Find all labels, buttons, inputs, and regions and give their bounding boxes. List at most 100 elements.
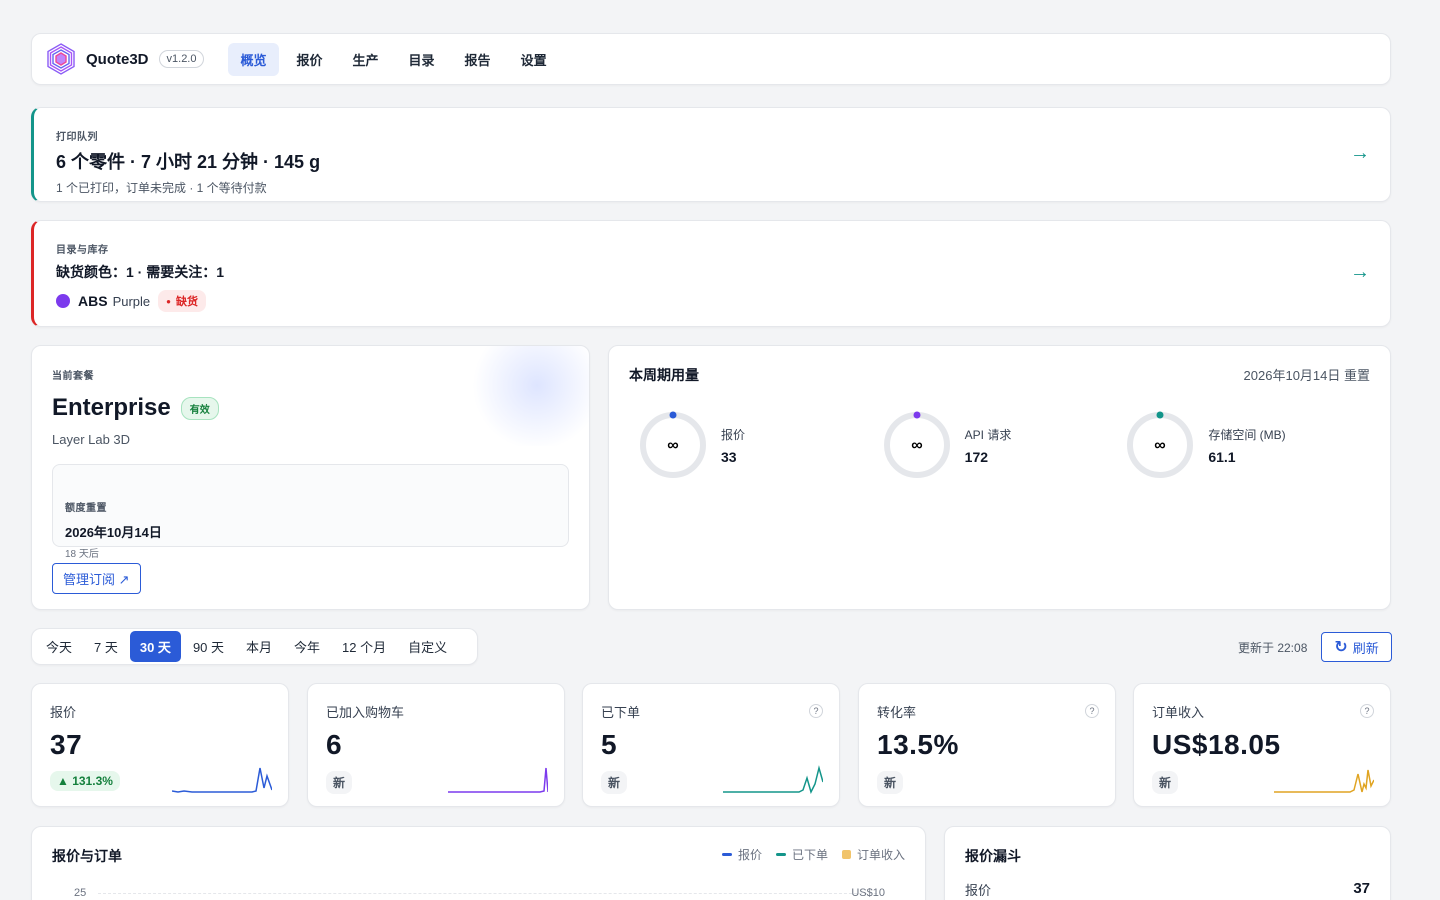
usage-ring: ∞ [640,411,706,478]
arrow-right-icon[interactable]: → [1350,261,1370,284]
inventory-card[interactable]: 目录与库存 缺货颜色：1 · 需要关注：1 ABS Purple 缺货 → [31,220,1391,327]
arrow-right-icon[interactable]: → [1350,142,1370,165]
usage-value: 172 [964,448,989,465]
last-updated-text: 更新于 22:08 [1238,641,1308,655]
kpi-value: 13.5% [877,729,959,760]
kpi-new-badge: 新 [1152,771,1179,794]
usage-limit: ∞ [667,437,678,454]
funnel-value: 37 [1353,880,1370,897]
range-90d[interactable]: 90 天 [183,631,234,662]
usage-meter-storage: ∞ 存储空间 (MB) 61.1 [1126,411,1370,479]
inventory-eyebrow: 目录与库存 [56,245,109,256]
decorative-glow [459,346,589,446]
usage-ring: ∞ [883,411,950,478]
funnel-row: 报价 37 [965,880,1370,899]
refresh-button[interactable]: ↻ 刷新 [1321,632,1392,662]
refresh-icon: ↻ [1334,639,1348,656]
help-icon[interactable]: ? [1360,704,1374,718]
kpi-change-badge: ▲ 131.3% [50,771,120,791]
color-name: Purple [112,293,151,309]
plan-status-badge: 有效 [180,396,219,420]
help-icon[interactable]: ? [809,704,823,718]
usage-value: 33 [721,448,737,465]
quota-reset-days: 18 天后 [65,549,99,560]
chart-gridline [98,893,877,894]
range-this-year[interactable]: 今年 [284,631,330,662]
kpi-value: US$18.05 [1152,729,1281,760]
top-nav: Quote3D v1.2.0 概览 报价 生产 目录 报告 设置 [31,33,1391,85]
tab-settings[interactable]: 设置 [509,43,559,76]
range-12m[interactable]: 12 个月 [332,631,396,662]
tab-production[interactable]: 生产 [341,43,391,76]
usage-meter-quotes: ∞ 报价 33 [639,411,883,479]
help-icon[interactable]: ? [1085,704,1099,718]
range-today[interactable]: 今天 [36,631,82,662]
usage-card: 本周期用量 2026年10月14日 重置 ∞ 报价 33 ∞ API 请求 17… [608,345,1391,610]
kpi-value: 37 [50,729,83,760]
plan-name: Enterprise [52,394,171,421]
date-range-selector: 今天 7 天 30 天 90 天 本月 今年 12 个月 自定义 [31,628,478,665]
color-swatch [56,294,70,308]
quote3d-logo-icon [47,43,75,75]
kpi-card-conversion: 转化率 13.5% 新 ? [858,683,1116,807]
kpi-card-orders: 已下单 5 新 ? [582,683,840,807]
kpi-sparkline [723,765,823,794]
print-queue-card[interactable]: 打印队列 6 个零件 · 7 小时 21 分钟 · 145 g 1 个已打印，订… [31,107,1391,202]
plan-card: 当前套餐 Enterprise 有效 Layer Lab 3D 额度重置 202… [31,345,590,610]
section-title: 报价漏斗 [965,848,1021,864]
usage-reset-note: 2026年10月14日 重置 [1243,368,1370,383]
funnel-label: 报价 [965,883,992,898]
quota-reset-label: 额度重置 [65,503,107,514]
range-30d[interactable]: 30 天 [129,631,181,662]
kpi-new-badge: 新 [601,771,628,794]
quote-funnel-card: 报价漏斗 报价 37 [944,826,1391,900]
kpi-new-badge: 新 [877,771,904,794]
usage-ring: ∞ [1127,411,1194,478]
legend-item[interactable]: 报价 [721,846,762,863]
usage-label: 报价 [721,427,746,442]
chart-legend: 报价 已下单 订单收入 [708,846,905,863]
kpi-card-revenue: 订单收入 US$18.05 新 ? [1133,683,1391,807]
usage-limit: ∞ [911,437,922,454]
print-queue-eyebrow: 打印队列 [56,132,98,143]
kpi-new-badge: 新 [326,771,353,794]
manage-subscription-button[interactable]: 管理订阅 ↗ [52,563,141,594]
kpi-label: 已加入购物车 [326,705,405,720]
kpi-sparkline [448,767,548,793]
quotes-orders-chart-card: 报价与订单 报价 已下单 订单收入 25 US$10 [31,826,926,900]
kpi-label: 报价 [50,705,77,720]
y-axis-left-tick: 25 [74,887,87,899]
tab-reports[interactable]: 报告 [453,43,503,76]
usage-limit: ∞ [1155,437,1166,454]
usage-value: 61.1 [1208,448,1236,465]
version-badge: v1.2.0 [158,50,205,68]
range-this-month[interactable]: 本月 [236,631,282,662]
kpi-value: 6 [326,729,343,760]
usage-meter-api: ∞ API 请求 172 [883,411,1127,479]
range-7d[interactable]: 7 天 [84,631,128,662]
range-custom[interactable]: 自定义 [398,631,457,662]
legend-item[interactable]: 已下单 [775,846,828,863]
tab-catalog[interactable]: 目录 [397,43,447,76]
quota-reset-date: 2026年10月14日 [65,525,162,540]
refresh-label: 刷新 [1352,640,1379,656]
kpi-label: 转化率 [877,705,917,720]
kpi-label: 订单收入 [1152,705,1205,720]
legend-item[interactable]: 订单收入 [841,846,905,863]
kpi-card-added-to-cart: 已加入购物车 6 新 [307,683,565,807]
usage-label: 存储空间 (MB) [1208,427,1286,442]
usage-title: 本周期用量 [629,367,699,383]
y-axis-right-tick: US$10 [851,887,885,899]
kpi-card-quotes: 报价 37 ▲ 131.3% [31,683,289,807]
app-brand[interactable]: Quote3D [86,51,149,68]
out-of-stock-badge: 缺货 [158,290,206,312]
kpi-value: 5 [601,729,618,760]
tab-overview[interactable]: 概览 [228,42,279,76]
material-name: ABS [78,293,108,309]
inventory-summary: 缺货颜色：1 · 需要关注：1 [56,264,225,280]
tab-quotes[interactable]: 报价 [285,43,335,76]
kpi-label: 已下单 [601,705,641,720]
kpi-sparkline [1274,769,1374,793]
out-of-stock-item: ABS Purple 缺货 [56,290,1368,312]
usage-label: API 请求 [964,427,1012,442]
